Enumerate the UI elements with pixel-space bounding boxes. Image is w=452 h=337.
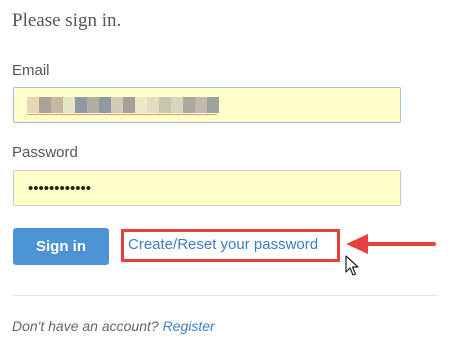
mouse-cursor-icon [345, 255, 359, 276]
register-prompt-text: Don't have an account? [12, 318, 159, 334]
register-prompt: Don't have an account? Register [12, 318, 215, 334]
email-label: Email [12, 62, 50, 79]
page-title: Please sign in. [12, 10, 122, 31]
red-arrow-icon [346, 234, 436, 254]
password-label: Password [12, 144, 78, 161]
password-field[interactable] [13, 170, 401, 206]
divider [13, 295, 437, 296]
register-link[interactable]: Register [163, 318, 215, 334]
sign-in-button[interactable]: Sign in [13, 228, 109, 265]
create-reset-password-link[interactable]: Create/Reset your password [128, 236, 318, 253]
email-field[interactable] [13, 87, 401, 123]
